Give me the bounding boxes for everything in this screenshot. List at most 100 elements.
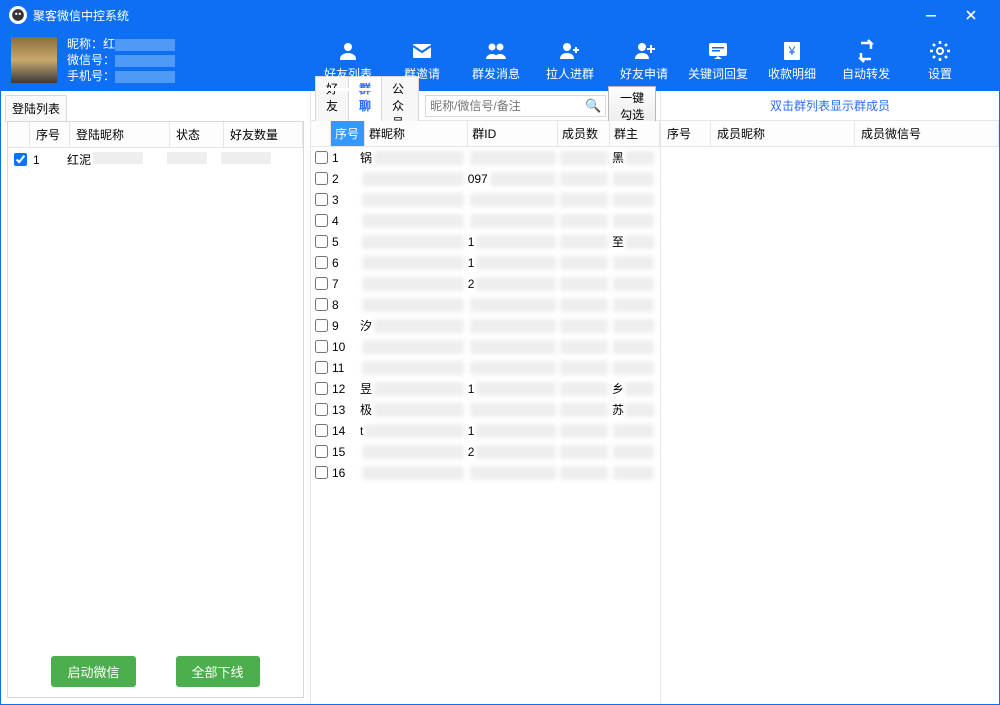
group-row[interactable]: 9汐	[311, 315, 660, 336]
row-members	[560, 298, 612, 312]
search-box[interactable]: 🔍	[425, 95, 606, 117]
row-checkbox[interactable]	[315, 277, 328, 290]
row-checkbox[interactable]	[315, 256, 328, 269]
row-members	[560, 151, 612, 165]
row-members	[560, 424, 612, 438]
row-groupid: 1	[468, 424, 560, 438]
nav-friends[interactable]: 好友列表	[311, 29, 385, 91]
row-checkbox[interactable]	[315, 214, 328, 227]
row-owner	[612, 319, 658, 333]
row-num: 16	[332, 466, 360, 480]
row-groupid: 1	[468, 256, 560, 270]
left-panel: 登陆列表 序号 登陆昵称 状态 好友数量 1红泥 启动微信 全部下线	[1, 91, 311, 704]
nav-keyword[interactable]: 关键词回复	[681, 29, 755, 91]
row-checkbox[interactable]	[315, 298, 328, 311]
row-checkbox[interactable]	[315, 319, 328, 332]
app-title: 聚客微信中控系统	[33, 7, 129, 24]
row-groupid: 2	[468, 445, 560, 459]
row-num: 7	[332, 277, 360, 291]
nav-settings[interactable]: 设置	[903, 29, 977, 91]
nav-label: 设置	[928, 65, 952, 82]
login-row[interactable]: 1红泥	[8, 148, 303, 171]
row-members	[560, 319, 612, 333]
row-groupname: 极	[360, 401, 468, 418]
row-owner	[612, 424, 658, 438]
start-wechat-button[interactable]: 启动微信	[51, 656, 135, 687]
nav-friend-req[interactable]: 好友申请	[607, 29, 681, 91]
row-checkbox[interactable]	[315, 361, 328, 374]
group-row[interactable]: 16	[311, 462, 660, 483]
group-row[interactable]: 8	[311, 294, 660, 315]
row-owner	[612, 445, 658, 459]
row-members	[560, 193, 612, 207]
row-members	[560, 466, 612, 480]
group-row[interactable]: 10	[311, 336, 660, 357]
phone-label: 手机号：	[67, 69, 115, 83]
member-table-header: 序号 成员昵称 成员微信号	[661, 121, 999, 147]
group-row[interactable]: 2097	[311, 168, 660, 189]
nav-label: 群邀请	[404, 65, 440, 82]
nav-pull-group[interactable]: 拉人进群	[533, 29, 607, 91]
row-groupname	[360, 193, 468, 207]
row-owner	[612, 277, 658, 291]
row-num: 5	[332, 235, 360, 249]
row-num: 3	[332, 193, 360, 207]
row-num: 1	[332, 151, 360, 165]
group-row[interactable]: 152	[311, 441, 660, 462]
row-groupid	[468, 403, 560, 417]
row-checkbox[interactable]	[315, 424, 328, 437]
search-input[interactable]	[430, 99, 585, 113]
row-checkbox[interactable]	[315, 235, 328, 248]
col-groupid: 群ID	[468, 121, 558, 146]
row-num: 10	[332, 340, 360, 354]
row-groupname	[360, 172, 468, 186]
group-row[interactable]: 11	[311, 357, 660, 378]
row-owner	[612, 361, 658, 375]
group-row[interactable]: 4	[311, 210, 660, 231]
nav-group-invite[interactable]: 群邀请	[385, 29, 459, 91]
avatar	[11, 37, 57, 83]
select-all-button[interactable]: 一键勾选	[608, 86, 656, 126]
nav-label: 拉人进群	[546, 65, 594, 82]
row-owner: 黑	[612, 149, 658, 166]
nav-payment[interactable]: ¥收款明细	[755, 29, 829, 91]
row-checkbox[interactable]	[315, 403, 328, 416]
nav-forward[interactable]: 自动转发	[829, 29, 903, 91]
row-checkbox[interactable]	[315, 466, 328, 479]
member-table-body	[661, 147, 999, 704]
minimize-button[interactable]	[911, 1, 951, 29]
row-groupid	[468, 340, 560, 354]
svg-text:¥: ¥	[788, 44, 796, 58]
row-groupname	[360, 445, 468, 459]
all-offline-button[interactable]: 全部下线	[176, 656, 260, 687]
close-button[interactable]	[951, 1, 991, 29]
nav-label: 好友列表	[324, 65, 372, 82]
row-checkbox[interactable]	[315, 151, 328, 164]
center-panel: 好友 群聊 公众号 🔍 一键勾选 序号 群昵称 群ID 成员数 群主 1锅黑20…	[311, 91, 661, 704]
row-members	[560, 403, 612, 417]
row-checkbox[interactable]	[315, 340, 328, 353]
header-toolbar: 昵称：红 微信号： 手机号： 好友列表群邀请群发消息拉人进群好友申请关键词回复¥…	[1, 29, 999, 91]
row-groupname	[360, 277, 468, 291]
row-checkbox[interactable]	[315, 172, 328, 185]
row-checkbox[interactable]	[315, 193, 328, 206]
row-num: 6	[332, 256, 360, 270]
search-icon[interactable]: 🔍	[585, 98, 601, 114]
group-row[interactable]: 13极苏	[311, 399, 660, 420]
row-checkbox[interactable]	[315, 382, 328, 395]
row-num: 11	[332, 361, 360, 375]
row-groupname	[360, 256, 468, 270]
row-groupname	[360, 235, 468, 249]
group-row[interactable]: 1锅黑	[311, 147, 660, 168]
group-row[interactable]: 3	[311, 189, 660, 210]
row-checkbox[interactable]	[315, 445, 328, 458]
nav-mass-msg[interactable]: 群发消息	[459, 29, 533, 91]
group-row[interactable]: 14t1	[311, 420, 660, 441]
group-row[interactable]: 51至	[311, 231, 660, 252]
nav-label: 关键词回复	[688, 65, 748, 82]
col-mem-seq: 序号	[661, 121, 711, 146]
group-row[interactable]: 61	[311, 252, 660, 273]
group-row[interactable]: 12昱1乡	[311, 378, 660, 399]
group-row[interactable]: 72	[311, 273, 660, 294]
row-checkbox[interactable]	[14, 153, 27, 166]
